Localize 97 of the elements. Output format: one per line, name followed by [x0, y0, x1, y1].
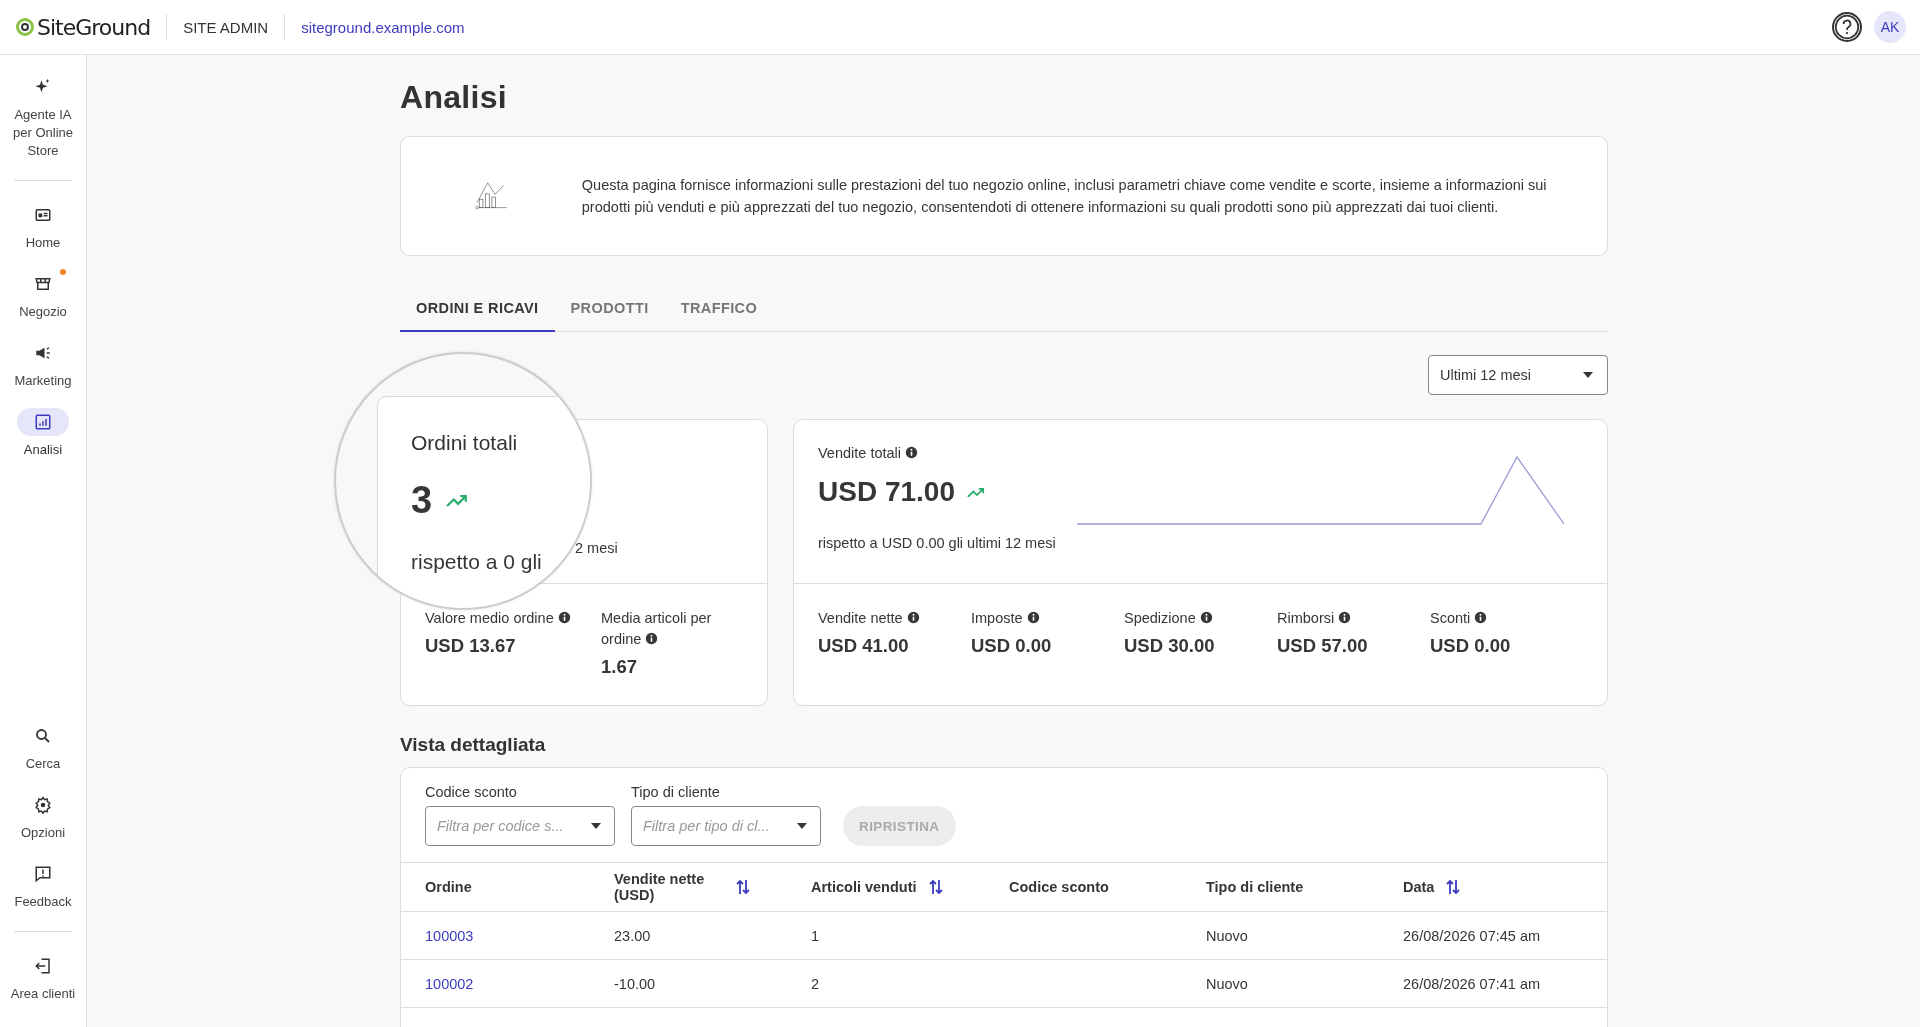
site-link[interactable]: siteground.example.com: [301, 18, 465, 36]
tab[interactable]: PRODOTTI: [554, 286, 665, 332]
sort-icon[interactable]: [1446, 878, 1461, 896]
sidebar-item[interactable]: Analisi: [0, 408, 86, 459]
feedback-icon: [34, 865, 52, 883]
help-icon[interactable]: [1832, 12, 1862, 42]
order-link[interactable]: 100002: [425, 975, 474, 992]
metric-value: USD 13.67: [425, 635, 517, 657]
sidebar-item[interactable]: Feedback: [0, 860, 86, 911]
sort-icon[interactable]: [928, 878, 943, 896]
page-title: Analisi: [400, 79, 509, 116]
megaphone-icon: [34, 344, 52, 362]
caret-icon: [591, 823, 601, 829]
metric-value: USD 30.00: [1124, 635, 1216, 657]
metric-label: Spedizione: [1124, 608, 1277, 629]
metric-value: 3: [411, 479, 433, 522]
table-cell: 26/08/2026 07:45 am: [1403, 927, 1541, 944]
table-cell: -10.00: [614, 975, 656, 992]
metric-value: USD 0.00: [971, 635, 1053, 657]
table-cell: 26/08/2026 07:41 am: [1403, 975, 1541, 992]
comparison-text: rispetto a 0 gli: [411, 550, 543, 574]
trend-up-icon: [966, 486, 985, 498]
section-title: SITE ADMIN: [183, 18, 269, 36]
filter-label: Codice sconto: [425, 784, 518, 800]
metric-label: Sconti: [1430, 608, 1583, 629]
section-title: Vista dettagliata: [400, 734, 547, 756]
info-icon: [557, 611, 571, 624]
tab[interactable]: ORDINI E RICAVI: [400, 286, 555, 332]
sidebar-label: Cerca: [25, 755, 61, 773]
filter-dropdown[interactable]: Filtra per tipo di cl...: [631, 806, 821, 846]
metric-value: 1.67: [601, 656, 638, 678]
table-cell: 2: [811, 975, 820, 992]
metric-label: Valore medio ordine: [425, 608, 581, 629]
sidebar-item[interactable]: Area clienti: [0, 952, 86, 1003]
sidebar-label: Marketing: [14, 372, 72, 390]
column-header: Codice sconto: [1009, 879, 1109, 895]
column-header[interactable]: Data: [1403, 879, 1435, 895]
sidebar-item[interactable]: Cerca: [0, 722, 86, 773]
home-icon: [34, 206, 52, 224]
metric-label: Ordini totali: [411, 431, 519, 455]
chart-icon: [34, 413, 52, 431]
column-header: Ordine: [425, 879, 472, 895]
sidebar-item[interactable]: Negozio: [0, 270, 86, 321]
exit-icon: [34, 957, 52, 975]
logo[interactable]: SiteGround: [16, 14, 151, 40]
column-header[interactable]: Articoli venduti: [811, 879, 917, 895]
search-icon: [34, 727, 52, 745]
sidebar-label: Feedback: [14, 893, 72, 911]
sidebar-label: Area clienti: [10, 985, 76, 1003]
column-header: Tipo di cliente: [1206, 879, 1304, 895]
sort-icon[interactable]: [736, 878, 750, 896]
filter-label: Tipo di cliente: [631, 784, 721, 800]
comparison-text: rispetto a USD 0.00 gli ultimi 12 mesi: [818, 535, 1056, 551]
metric-label: Imposte: [971, 608, 1124, 629]
settings-icon: [34, 796, 52, 814]
metric-label: Media articoli per ordine: [601, 609, 713, 649]
sidebar-item[interactable]: Opzioni: [0, 791, 86, 842]
sidebar-label: Analisi: [23, 441, 63, 459]
sidebar-item[interactable]: Marketing: [0, 339, 86, 390]
store-icon: [34, 275, 52, 293]
metric-label: Vendite totali: [818, 445, 919, 461]
sidebar-item[interactable]: Home: [0, 201, 86, 252]
period-dropdown[interactable]: Ultimi 12 mesi: [1428, 355, 1608, 395]
logo-text: SiteGround: [37, 14, 151, 40]
metric-label: Vendite nette: [818, 608, 971, 629]
metric-value: USD 57.00: [1277, 635, 1369, 657]
sidebar-label: Agente IA per Online Store: [12, 106, 74, 160]
info-icon: [1026, 611, 1040, 624]
metric-label: Rimborsi: [1277, 608, 1430, 629]
order-link[interactable]: 100003: [425, 927, 474, 944]
column-header[interactable]: Vendite nette (USD): [614, 871, 724, 903]
info-icon: [645, 632, 659, 645]
trend-up-icon: [446, 493, 469, 508]
table-cell: Nuovo: [1206, 975, 1248, 992]
sidebar-label: Negozio: [19, 303, 67, 321]
info-icon: [1199, 611, 1213, 624]
info-icon: [906, 611, 920, 624]
metric-value: USD 71.00: [818, 476, 955, 508]
info-icon: [905, 446, 919, 459]
metric-value: USD 41.00: [818, 635, 910, 657]
caret-icon: [1583, 372, 1593, 378]
table-cell: 23.00: [614, 927, 651, 944]
table-cell: 1: [811, 927, 820, 944]
sidebar-label: Opzioni: [20, 824, 66, 842]
table-cell: Nuovo: [1206, 927, 1248, 944]
logo-icon: [16, 17, 34, 37]
info-icon: [1338, 611, 1352, 624]
tab[interactable]: TRAFFICO: [664, 286, 774, 332]
filter-dropdown[interactable]: Filtra per codice s...: [425, 806, 615, 846]
sidebar-label: Home: [25, 234, 61, 252]
metric-value: USD 0.00: [1430, 635, 1512, 657]
user-avatar[interactable]: AK: [1874, 11, 1906, 43]
comparison-text: 2 mesi: [575, 540, 618, 556]
caret-icon: [797, 823, 807, 829]
intro-text: Questa pagina fornisce informazioni sulle prestazioni del tuo negozio online, inclusi parametri chiave come vendite e scorte, insieme a informazioni sui prodotti più venduti e più apprezzati del tuo negozio, consentendoti di ottenere informazioni su quali prodotti sono più apprezzati dai tuoi clienti.: [581, 176, 1548, 217]
sidebar-item[interactable]: Agente IA per Online Store: [0, 73, 86, 160]
info-icon: [1474, 611, 1488, 624]
